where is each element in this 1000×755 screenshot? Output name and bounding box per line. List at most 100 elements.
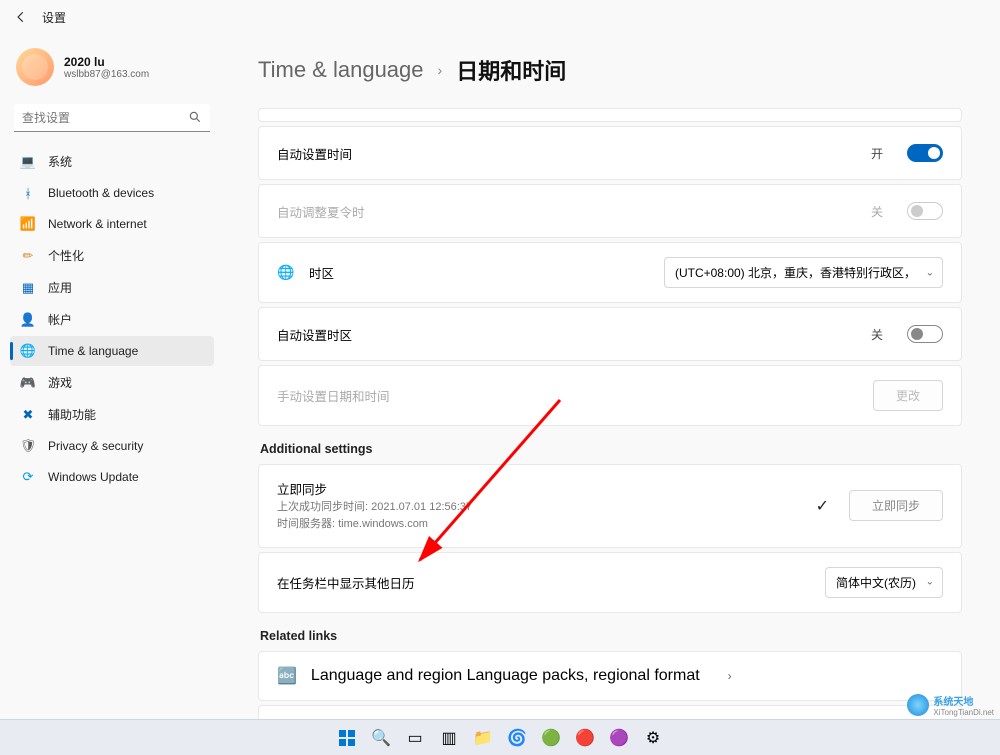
task-view-icon[interactable]: ▭ — [400, 723, 430, 753]
timezone-value: (UTC+08:00) 北京，重庆，香港特别行政区， — [675, 266, 916, 280]
setting-auto-timezone: 自动设置时区 关 — [258, 307, 962, 361]
search-box[interactable] — [14, 104, 210, 132]
setting-dst: 自动调整夏令时 关 — [258, 184, 962, 238]
watermark: 系统天地 XiTongTianDi.net — [907, 693, 994, 717]
sync-card: 立即同步 上次成功同步时间: 2021.07.01 12:56:37 时间服务器… — [258, 464, 962, 548]
nav-icon: ⟳ — [20, 469, 36, 485]
change-button[interactable]: 更改 — [873, 380, 943, 411]
arrow-left-icon — [14, 10, 28, 24]
nav-icon: 💻 — [20, 154, 36, 170]
calendar-label: 在任务栏中显示其他日历 — [277, 573, 415, 592]
scroll-peek — [258, 108, 962, 122]
nav-item-0[interactable]: 💻 系统 — [10, 146, 214, 177]
nav-icon: ᚼ — [20, 185, 36, 201]
nav-icon: 🎮 — [20, 375, 36, 391]
breadcrumb-parent[interactable]: Time & language — [258, 57, 424, 83]
auto-time-state: 开 — [871, 145, 883, 162]
sync-last: 上次成功同步时间: 2021.07.01 12:56:37 — [277, 500, 472, 515]
breadcrumb: Time & language › 日期和时间 — [258, 54, 962, 86]
nav-label: 帐户 — [48, 311, 72, 328]
chevron-down-icon: ⌄ — [926, 577, 934, 588]
calendar-value: 简体中文(农历) — [836, 576, 916, 590]
nav-item-6[interactable]: 🌐 Time & language — [10, 336, 214, 366]
nav-item-8[interactable]: ✖ 辅助功能 — [10, 399, 214, 430]
sync-title: 立即同步 — [277, 479, 472, 498]
main-content: Time & language › 日期和时间 自动设置时间 开 自动调整夏令时… — [220, 34, 1000, 719]
user-email: wslbb87@163.com — [64, 69, 149, 80]
nav-icon: ✏ — [20, 248, 36, 264]
auto-tz-label: 自动设置时区 — [277, 325, 352, 344]
edge-icon[interactable]: 🌀 — [502, 723, 532, 753]
chrome-icon[interactable]: 🔴 — [570, 723, 600, 753]
nav-label: Bluetooth & devices — [48, 186, 154, 200]
nav-item-2[interactable]: 📶 Network & internet — [10, 209, 214, 239]
nav-label: Windows Update — [48, 470, 139, 484]
watermark-brand: 系统天地 — [933, 693, 994, 708]
back-button[interactable] — [12, 8, 30, 26]
nav-item-7[interactable]: 🎮 游戏 — [10, 367, 214, 398]
page-title: 日期和时间 — [456, 54, 566, 86]
nav-icon: 📶 — [20, 216, 36, 232]
avatar — [16, 48, 54, 86]
nav-label: Privacy & security — [48, 439, 143, 453]
dst-state: 关 — [871, 203, 883, 220]
taskbar-calendar-card: 在任务栏中显示其他日历 简体中文(农历) ⌄ — [258, 552, 962, 613]
nav-label: Time & language — [48, 344, 138, 358]
manual-label: 手动设置日期和时间 — [277, 386, 390, 405]
nav-item-10[interactable]: ⟳ Windows Update — [10, 462, 214, 492]
user-name: 2020 lu — [64, 55, 149, 69]
related-links-title: Related links — [260, 629, 962, 643]
explorer-icon[interactable]: 📁 — [468, 723, 498, 753]
nav-label: 个性化 — [48, 247, 84, 264]
nav-label: 应用 — [48, 279, 72, 296]
auto-tz-toggle[interactable] — [907, 325, 943, 343]
taskbar[interactable]: 🔍 ▭ ▥ 📁 🌀 🟢 🔴 🟣 ⚙ — [0, 719, 1000, 755]
dst-label: 自动调整夏令时 — [277, 202, 365, 221]
nav-label: Network & internet — [48, 217, 147, 231]
nav-item-4[interactable]: ▦应用 — [10, 272, 214, 303]
nav-item-9[interactable]: 🛡 Privacy & security — [10, 431, 214, 461]
watermark-icon — [907, 694, 929, 716]
timezone-label: 时区 — [309, 263, 334, 282]
auto-tz-state: 关 — [871, 326, 883, 343]
setting-auto-time: 自动设置时间 开 — [258, 126, 962, 180]
auto-time-label: 自动设置时间 — [277, 144, 352, 163]
language-icon: 🔤 — [277, 666, 297, 686]
additional-clocks-link[interactable]: Additional clocks Clocks for different t… — [258, 705, 962, 719]
title-bar: 设置 — [0, 0, 1000, 34]
nav-icon: 🛡 — [20, 438, 36, 454]
taskbar-search-icon[interactable]: 🔍 — [366, 723, 396, 753]
lang-title: Language and region — [311, 667, 462, 684]
nav-item-5[interactable]: 👤 帐户 — [10, 304, 214, 335]
pinned-app-2[interactable]: 🟣 — [604, 723, 634, 753]
check-icon: ✓ — [816, 496, 829, 516]
chevron-right-icon: › — [438, 62, 443, 78]
nav-label: 游戏 — [48, 374, 72, 391]
auto-time-toggle[interactable] — [907, 144, 943, 162]
watermark-url: XiTongTianDi.net — [933, 708, 994, 717]
nav-item-3[interactable]: ✏ 个性化 — [10, 240, 214, 271]
settings-taskbar-icon[interactable]: ⚙ — [638, 723, 668, 753]
app-title: 设置 — [42, 9, 66, 26]
nav-label: 系统 — [48, 153, 72, 170]
nav-item-1[interactable]: ᚼ Bluetooth & devices — [10, 178, 214, 208]
setting-timezone: 🌐 时区 (UTC+08:00) 北京，重庆，香港特别行政区， ⌄ — [258, 242, 962, 303]
chevron-down-icon: ⌄ — [926, 267, 934, 278]
language-region-link[interactable]: 🔤 Language and region Language packs, re… — [258, 651, 962, 701]
widgets-icon[interactable]: ▥ — [434, 723, 464, 753]
sync-now-button[interactable]: 立即同步 — [849, 490, 943, 521]
dst-toggle — [907, 202, 943, 220]
nav-icon: 🌐 — [20, 343, 36, 359]
start-button[interactable] — [332, 723, 362, 753]
nav-icon: ✖ — [20, 407, 36, 423]
calendar-select[interactable]: 简体中文(农历) ⌄ — [825, 567, 943, 598]
nav-list: 💻 系统 ᚼ Bluetooth & devices 📶 Network & intern… — [10, 146, 214, 492]
pinned-app-1[interactable]: 🟢 — [536, 723, 566, 753]
nav-icon: 👤 — [20, 312, 36, 328]
nav-label: 辅助功能 — [48, 406, 96, 423]
timezone-select[interactable]: (UTC+08:00) 北京，重庆，香港特别行政区， ⌄ — [664, 257, 943, 288]
additional-settings-title: Additional settings — [260, 442, 962, 456]
search-input[interactable] — [14, 104, 210, 132]
search-icon — [188, 110, 202, 129]
user-profile[interactable]: 2020 lu wslbb87@163.com — [10, 44, 214, 100]
